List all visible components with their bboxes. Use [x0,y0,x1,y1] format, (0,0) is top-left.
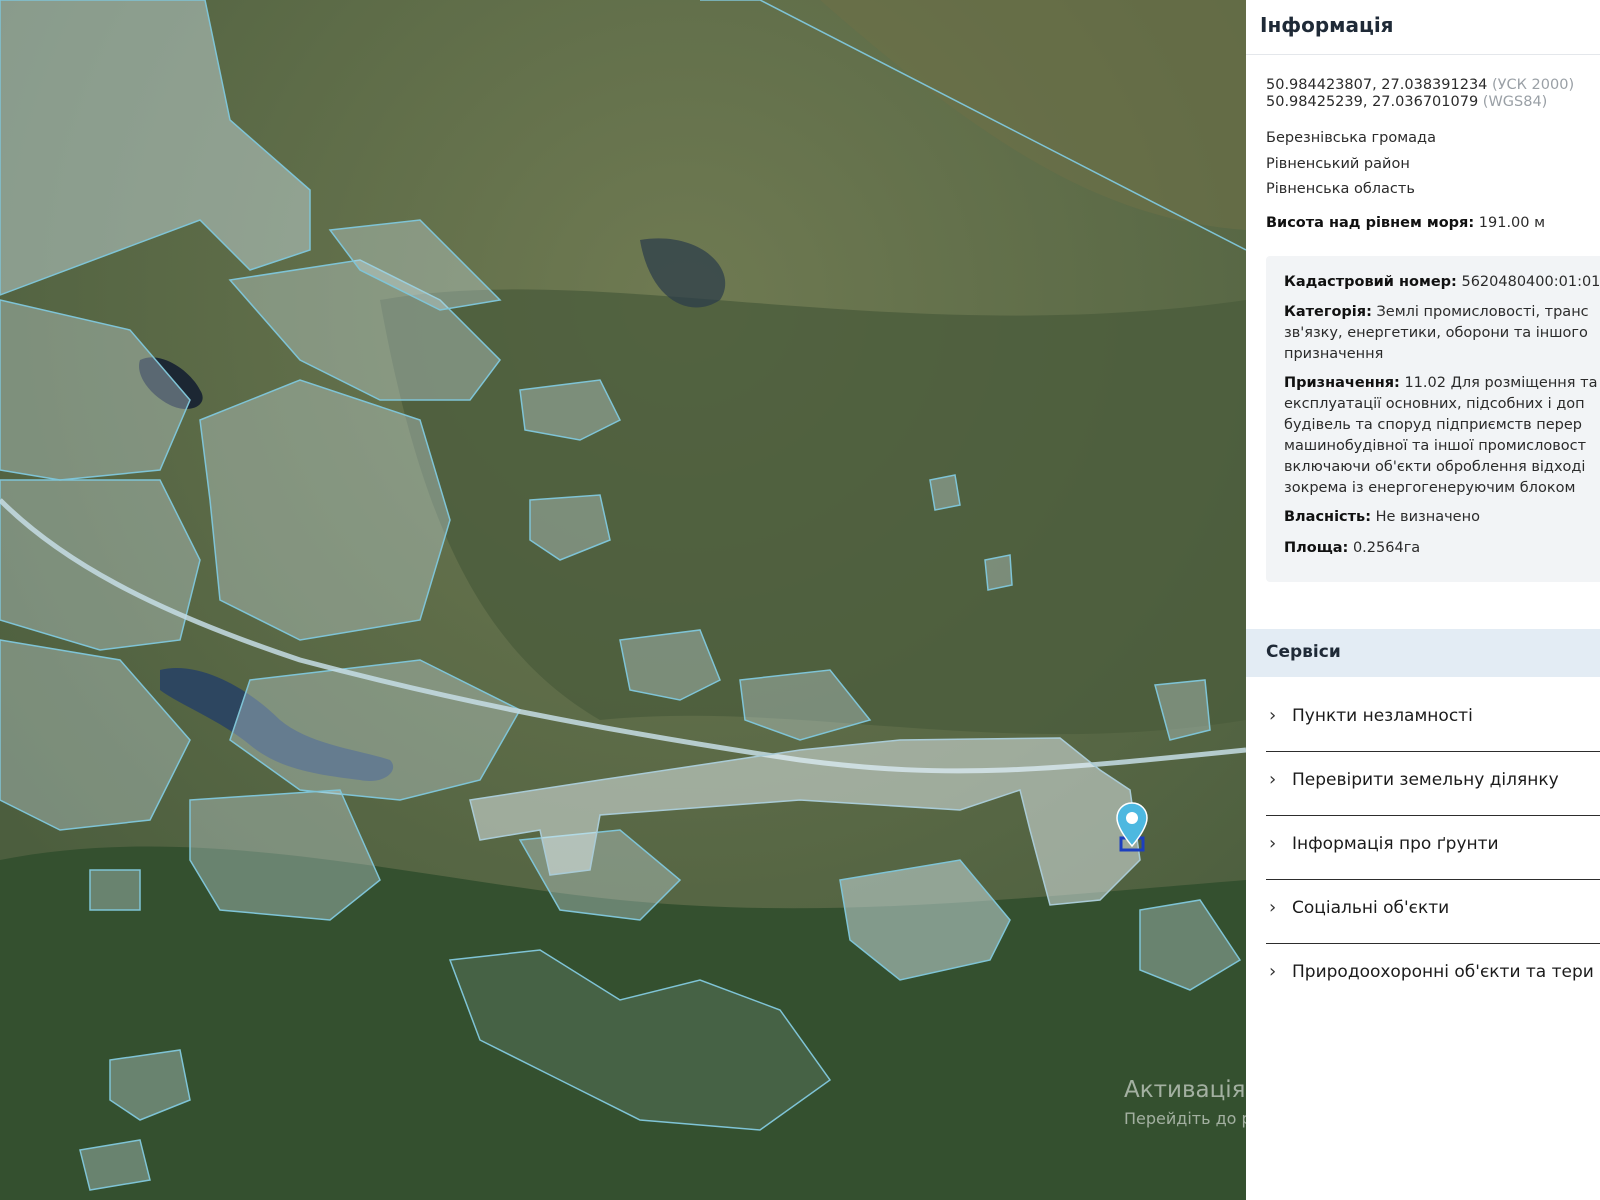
purpose: Призначення: 11.02 Для розміщення та екс… [1284,373,1597,499]
elevation: Висота над рівнем моря: 191.00 м [1266,215,1545,231]
purpose-line1: 11.02 Для розміщення та [1404,375,1598,391]
admin-region: Рівненська область [1266,181,1415,197]
service-label: Пункти незламності [1292,706,1473,726]
elevation-label: Висота над рівнем моря: [1266,215,1475,231]
services-heading: Сервіси [1266,642,1341,662]
chevron-right-icon: › [1269,961,1277,982]
coords-wgs: 50.98425239, 27.036701079 (WGS84) [1266,94,1574,111]
category: Категорія: Землі промисловості, транс зв… [1284,302,1589,365]
purpose-line6: зокрема із енергогенеруючим блоком [1284,480,1576,496]
chevron-right-icon: › [1269,705,1277,726]
category-line3: призначення [1284,346,1384,362]
service-soil-info[interactable]: › Інформація про ґрунти [1266,816,1600,880]
cadastral-number: Кадастровий номер: 5620480400:01:012 [1284,272,1600,293]
service-resilience-points[interactable]: › Пункти незламності [1266,688,1600,752]
chevron-right-icon: › [1269,769,1277,790]
service-social-objects[interactable]: › Соціальні об'єкти [1266,880,1600,944]
service-label: Природоохоронні об'єкти та тери [1292,962,1594,982]
purpose-label: Призначення: [1284,375,1400,391]
chevron-right-icon: › [1269,833,1277,854]
ownership-value: Не визначено [1375,509,1480,525]
coords-usk: 50.984423807, 27.038391234 (УСК 2000) [1266,77,1574,94]
ownership: Власність: Не визначено [1284,507,1480,528]
admin-community: Березнівська громада [1266,130,1436,146]
admin-district: Рівненський район [1266,156,1410,172]
divider [1246,54,1600,55]
coords-wgs-system: (WGS84) [1482,94,1548,110]
area-value: 0.2564га [1352,540,1421,556]
chevron-right-icon: › [1269,897,1277,918]
coordinates: 50.984423807, 27.038391234 (УСК 2000) 50… [1266,77,1574,111]
parcel-card: Кадастровий номер: 5620480400:01:012 Кат… [1266,256,1600,582]
purpose-line4: машинобудівної та іншої промисловост [1284,438,1587,454]
service-label: Інформація про ґрунти [1292,834,1499,854]
coords-usk-system: (УСК 2000) [1492,77,1575,93]
map-canvas[interactable] [0,0,1246,1200]
services-header: Сервіси [1246,629,1600,677]
coords-wgs-value: 50.98425239, 27.036701079 [1266,94,1479,110]
purpose-line2: експлуатації основних, підсобних і доп [1284,396,1585,412]
service-protected-areas[interactable]: › Природоохоронні об'єкти та тери [1266,944,1600,1008]
purpose-line3: будівель та споруд підприємств перер [1284,417,1582,433]
category-label: Категорія: [1284,304,1372,320]
coords-usk-value: 50.984423807, 27.038391234 [1266,77,1488,93]
cadastral-label: Кадастровий номер: [1284,274,1457,290]
purpose-line5: включаючи об'єкти оброблення відході [1284,459,1586,475]
service-label: Перевірити земельну ділянку [1292,770,1559,790]
info-panel: Інформація 50.984423807, 27.038391234 (У… [1246,0,1600,1200]
service-check-land-parcel[interactable]: › Перевірити земельну ділянку [1266,752,1600,816]
panel-title: Інформація [1260,13,1394,37]
area-label: Площа: [1284,540,1349,556]
category-line1: Землі промисловості, транс [1376,304,1589,320]
map-pin-icon[interactable] [1115,802,1149,848]
elevation-value: 191.00 м [1478,215,1546,231]
service-label: Соціальні об'єкти [1292,898,1450,918]
area: Площа: 0.2564га [1284,538,1420,559]
category-line2: зв'язку, енергетики, оборони та іншого [1284,325,1588,341]
ownership-label: Власність: [1284,509,1372,525]
cadastral-value[interactable]: 5620480400:01:012 [1461,274,1600,290]
satellite-map[interactable] [0,0,1246,1200]
